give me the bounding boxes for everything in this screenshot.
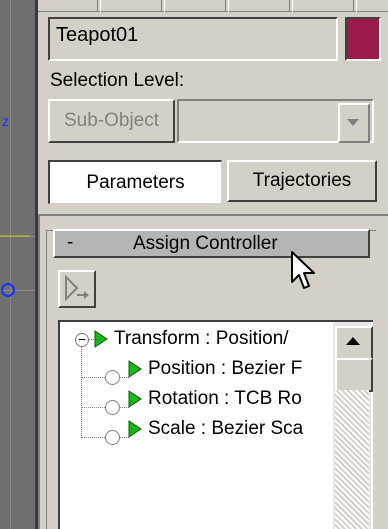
scroll-up-icon[interactable] bbox=[335, 326, 373, 360]
tab-parameters[interactable]: Parameters bbox=[48, 160, 222, 204]
svg-text:z: z bbox=[2, 113, 9, 129]
green-triangle-icon bbox=[128, 420, 142, 438]
chevron-down-icon[interactable] bbox=[338, 103, 370, 143]
tree-scrollbar[interactable] bbox=[333, 322, 373, 529]
assign-controller-button[interactable] bbox=[58, 270, 96, 308]
object-name-field[interactable]: Teapot01 bbox=[48, 17, 338, 61]
tree-item-scale[interactable]: Scale : Bezier Sca bbox=[60, 414, 335, 445]
rollout-collapse-toggle[interactable]: - bbox=[67, 232, 73, 254]
command-panel-tab-strip[interactable] bbox=[38, 0, 388, 12]
rollout-title: Assign Controller bbox=[133, 233, 278, 254]
scroll-thumb[interactable] bbox=[335, 358, 373, 392]
green-triangle-icon bbox=[128, 390, 142, 408]
tree-item-label: Rotation : TCB Ro bbox=[148, 388, 302, 409]
green-triangle-icon bbox=[94, 330, 108, 348]
selection-level-label: Selection Level: bbox=[50, 70, 185, 91]
controller-node-icon bbox=[105, 430, 120, 445]
tree-item-rotation[interactable]: Rotation : TCB Ro bbox=[60, 384, 335, 415]
scroll-track[interactable] bbox=[335, 390, 369, 529]
assign-controller-rollout-header[interactable]: - Assign Controller bbox=[53, 229, 370, 258]
green-triangle-icon bbox=[128, 360, 142, 378]
tree-item-transform[interactable]: Transform : Position/ bbox=[60, 324, 335, 354]
tree-item-label: Scale : Bezier Sca bbox=[148, 418, 304, 439]
object-color-swatch[interactable] bbox=[345, 17, 381, 61]
controller-tree[interactable]: Transform : Position/ Position : Bezier … bbox=[58, 320, 373, 529]
tab-trajectories[interactable]: Trajectories bbox=[227, 160, 377, 202]
collapse-icon[interactable] bbox=[75, 333, 89, 347]
tree-item-label: Position : Bezier F bbox=[148, 358, 303, 379]
viewport-edge: z bbox=[0, 0, 38, 529]
mouse-cursor-icon bbox=[291, 251, 315, 289]
assign-controller-icon bbox=[65, 274, 89, 302]
sub-object-dropdown[interactable] bbox=[177, 99, 374, 143]
controller-node-icon bbox=[105, 370, 120, 385]
controller-node-icon bbox=[105, 400, 120, 415]
tree-item-position[interactable]: Position : Bezier F bbox=[60, 354, 335, 385]
sub-object-button[interactable]: Sub-Object bbox=[48, 99, 175, 143]
tree-item-label: Transform : Position/ bbox=[114, 328, 289, 349]
